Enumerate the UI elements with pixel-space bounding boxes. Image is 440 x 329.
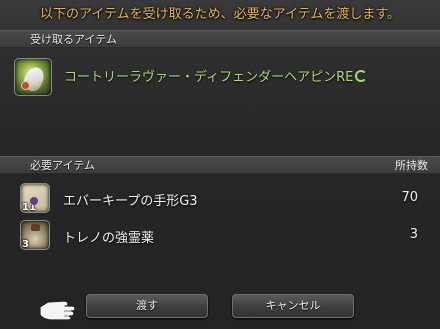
instruction-message: 以下のアイテムを受け取るため、必要なアイテムを渡します。 bbox=[39, 7, 401, 22]
receive-item-row[interactable]: コートリーラヴァー・ディフェンダーヘアピンRE bbox=[10, 52, 430, 100]
owned-quantity: 70 bbox=[401, 190, 418, 205]
scroll-icon: 11 bbox=[20, 183, 50, 213]
hairpin-icon bbox=[14, 58, 52, 96]
required-item-name: エバーキープの手形G3 bbox=[63, 194, 198, 209]
stack-count: 3 bbox=[22, 239, 29, 250]
trade-window: 以下のアイテムを受け取るため、必要なアイテムを渡します。 受け取るアイテム コー… bbox=[0, 0, 440, 329]
owned-quantity: 3 bbox=[409, 227, 418, 242]
hand-over-button[interactable]: 渡す bbox=[86, 294, 208, 318]
required-item-name: トレノの強霊薬 bbox=[63, 231, 155, 246]
pointer-hand-icon bbox=[39, 300, 76, 321]
required-section-title: 必要アイテム bbox=[30, 159, 95, 172]
hq-icon bbox=[355, 70, 368, 82]
potion-icon: 3 bbox=[20, 220, 50, 250]
owned-count-header: 所持数 bbox=[395, 159, 428, 172]
required-section-header: 必要アイテム 所持数 bbox=[0, 156, 440, 174]
required-item-row[interactable]: 3 トレノの強霊薬 3 bbox=[0, 219, 440, 253]
required-item-row[interactable]: 11 エバーキープの手形G3 70 bbox=[0, 182, 440, 216]
cancel-button[interactable]: キャンセル bbox=[232, 294, 354, 318]
receive-section-header: 受け取るアイテム bbox=[0, 30, 440, 48]
stack-count: 11 bbox=[22, 202, 36, 213]
receive-section-title: 受け取るアイテム bbox=[30, 33, 117, 46]
receive-item-name: コートリーラヴァー・ディフェンダーヘアピンRE bbox=[64, 66, 368, 85]
